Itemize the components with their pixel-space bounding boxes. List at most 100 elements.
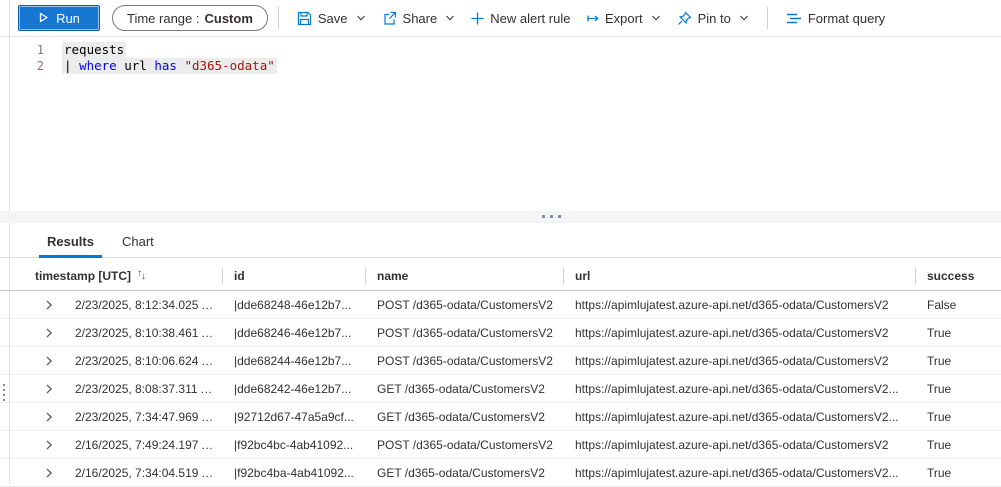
chevron-down-icon	[739, 13, 749, 23]
table-row[interactable]: 2/16/2025, 7:49:24.197 AM |f92bc4bc-4ab4…	[0, 431, 1001, 459]
cell-name: POST /d365-odata/CustomersV2	[365, 354, 563, 368]
table-row[interactable]: 2/23/2025, 8:12:34.025 AM |dde68248-46e1…	[0, 291, 1001, 319]
table-row[interactable]: 2/23/2025, 8:08:37.311 AM |dde68242-46e1…	[0, 375, 1001, 403]
chevron-right-icon	[44, 356, 54, 366]
panel-resize-handle[interactable]	[0, 211, 1001, 223]
cell-success: True	[915, 438, 1001, 452]
chevron-down-icon	[651, 13, 661, 23]
cell-url: https://apimlujatest.azure-api.net/d365-…	[563, 382, 915, 396]
cell-timestamp: 2/23/2025, 7:34:47.969 AM	[57, 410, 222, 424]
cell-success: False	[915, 298, 1001, 312]
table-row[interactable]: 2/23/2025, 8:10:38.461 AM |dde68246-46e1…	[0, 319, 1001, 347]
table-body: 2/23/2025, 8:12:34.025 AM |dde68248-46e1…	[0, 291, 1001, 487]
new-alert-rule-label: New alert rule	[490, 11, 570, 26]
cell-url: https://apimlujatest.azure-api.net/d365-…	[563, 326, 915, 340]
code-text: | where url has "d365-odata"	[62, 58, 277, 74]
play-icon	[38, 11, 49, 26]
format-query-label: Format query	[808, 11, 885, 26]
cell-id: |dde68242-46e12b7...	[222, 382, 365, 396]
chevron-right-icon	[44, 328, 54, 338]
column-header-name[interactable]: name	[365, 261, 563, 290]
toolbar-divider	[278, 7, 279, 29]
share-label: Share	[403, 11, 438, 26]
cell-timestamp: 2/23/2025, 8:12:34.025 AM	[57, 298, 222, 312]
cell-name: GET /d365-odata/CustomersV2	[365, 410, 563, 424]
cell-url: https://apimlujatest.azure-api.net/d365-…	[563, 298, 915, 312]
query-toolbar: Run Time range : Custom Save Share	[0, 0, 1001, 37]
left-pane-splitter[interactable]	[1, 384, 7, 401]
cell-success: True	[915, 410, 1001, 424]
chevron-right-icon	[44, 412, 54, 422]
cell-url: https://apimlujatest.azure-api.net/d365-…	[563, 466, 915, 480]
cell-name: GET /d365-odata/CustomersV2	[365, 382, 563, 396]
time-range-picker[interactable]: Time range : Custom	[112, 5, 268, 31]
column-header-id[interactable]: id	[222, 261, 365, 290]
run-label: Run	[56, 11, 80, 26]
chevron-right-icon	[44, 300, 54, 310]
results-tabbar: Results Chart	[0, 223, 1001, 258]
cell-success: True	[915, 354, 1001, 368]
cell-timestamp: 2/23/2025, 8:10:38.461 AM	[57, 326, 222, 340]
column-header-timestamp[interactable]: timestamp [UTC] ↑↓	[0, 261, 222, 290]
format-query-button[interactable]: Format query	[778, 4, 893, 32]
chevron-right-icon	[44, 440, 54, 450]
line-number: 1	[0, 42, 44, 58]
share-button[interactable]: Share	[374, 4, 464, 32]
column-header-url[interactable]: url	[563, 261, 915, 290]
cell-timestamp: 2/16/2025, 7:49:24.197 AM	[57, 438, 222, 452]
table-row[interactable]: 2/23/2025, 8:10:06.624 AM |dde68244-46e1…	[0, 347, 1001, 375]
column-header-success[interactable]: success	[915, 261, 1001, 290]
export-button[interactable]: ↦ Export	[578, 4, 668, 32]
cell-success: True	[915, 382, 1001, 396]
cell-id: |92712d67-47a5a9cf...	[222, 410, 365, 424]
table-row[interactable]: 2/16/2025, 7:34:04.519 AM |f92bc4ba-4ab4…	[0, 459, 1001, 487]
panel-left-border	[9, 0, 10, 484]
toolbar-divider	[767, 7, 768, 29]
new-alert-rule-button[interactable]: New alert rule	[463, 4, 578, 32]
cell-success: True	[915, 466, 1001, 480]
cell-timestamp: 2/16/2025, 7:34:04.519 AM	[57, 466, 222, 480]
pin-icon	[677, 11, 692, 26]
cell-success: True	[915, 326, 1001, 340]
cell-url: https://apimlujatest.azure-api.net/d365-…	[563, 410, 915, 424]
code-text: requests	[62, 42, 126, 58]
line-number: 2	[0, 58, 44, 74]
pin-to-button[interactable]: Pin to	[669, 4, 757, 32]
save-button[interactable]: Save	[289, 4, 374, 32]
chevron-right-icon	[44, 384, 54, 394]
cell-id: |dde68246-46e12b7...	[222, 326, 365, 340]
table-row[interactable]: 2/23/2025, 7:34:47.969 AM |92712d67-47a5…	[0, 403, 1001, 431]
editor-line[interactable]: 2 | where url has "d365-odata"	[0, 58, 1001, 74]
export-label: Export	[605, 11, 643, 26]
chevron-down-icon	[445, 13, 455, 23]
cell-name: POST /d365-odata/CustomersV2	[365, 438, 563, 452]
cell-timestamp: 2/23/2025, 8:08:37.311 AM	[57, 382, 222, 396]
save-icon	[297, 11, 312, 26]
tab-chart[interactable]: Chart	[120, 228, 156, 257]
save-label: Save	[318, 11, 348, 26]
cell-url: https://apimlujatest.azure-api.net/d365-…	[563, 438, 915, 452]
run-button[interactable]: Run	[18, 5, 100, 31]
table-header: timestamp [UTC] ↑↓ id name url success	[0, 261, 1001, 291]
tab-results[interactable]: Results	[45, 228, 96, 257]
sort-icon[interactable]: ↑↓	[137, 270, 145, 281]
editor-line[interactable]: 1 requests	[0, 42, 1001, 58]
cell-id: |f92bc4bc-4ab41092...	[222, 438, 365, 452]
export-icon: ↦	[586, 11, 599, 26]
query-editor[interactable]: 1 requests 2 | where url has "d365-odata…	[0, 37, 1001, 211]
cell-id: |dde68248-46e12b7...	[222, 298, 365, 312]
share-icon	[382, 11, 397, 26]
cell-name: POST /d365-odata/CustomersV2	[365, 298, 563, 312]
cell-url: https://apimlujatest.azure-api.net/d365-…	[563, 354, 915, 368]
cell-timestamp: 2/23/2025, 8:10:06.624 AM	[57, 354, 222, 368]
chevron-right-icon	[44, 468, 54, 478]
plus-icon	[471, 12, 484, 25]
pin-to-label: Pin to	[698, 11, 731, 26]
format-query-icon	[786, 12, 802, 25]
cell-name: POST /d365-odata/CustomersV2	[365, 326, 563, 340]
time-range-value: Custom	[205, 11, 253, 26]
chevron-down-icon	[356, 13, 366, 23]
cell-name: GET /d365-odata/CustomersV2	[365, 466, 563, 480]
cell-id: |dde68244-46e12b7...	[222, 354, 365, 368]
drag-dots-icon	[542, 215, 561, 218]
